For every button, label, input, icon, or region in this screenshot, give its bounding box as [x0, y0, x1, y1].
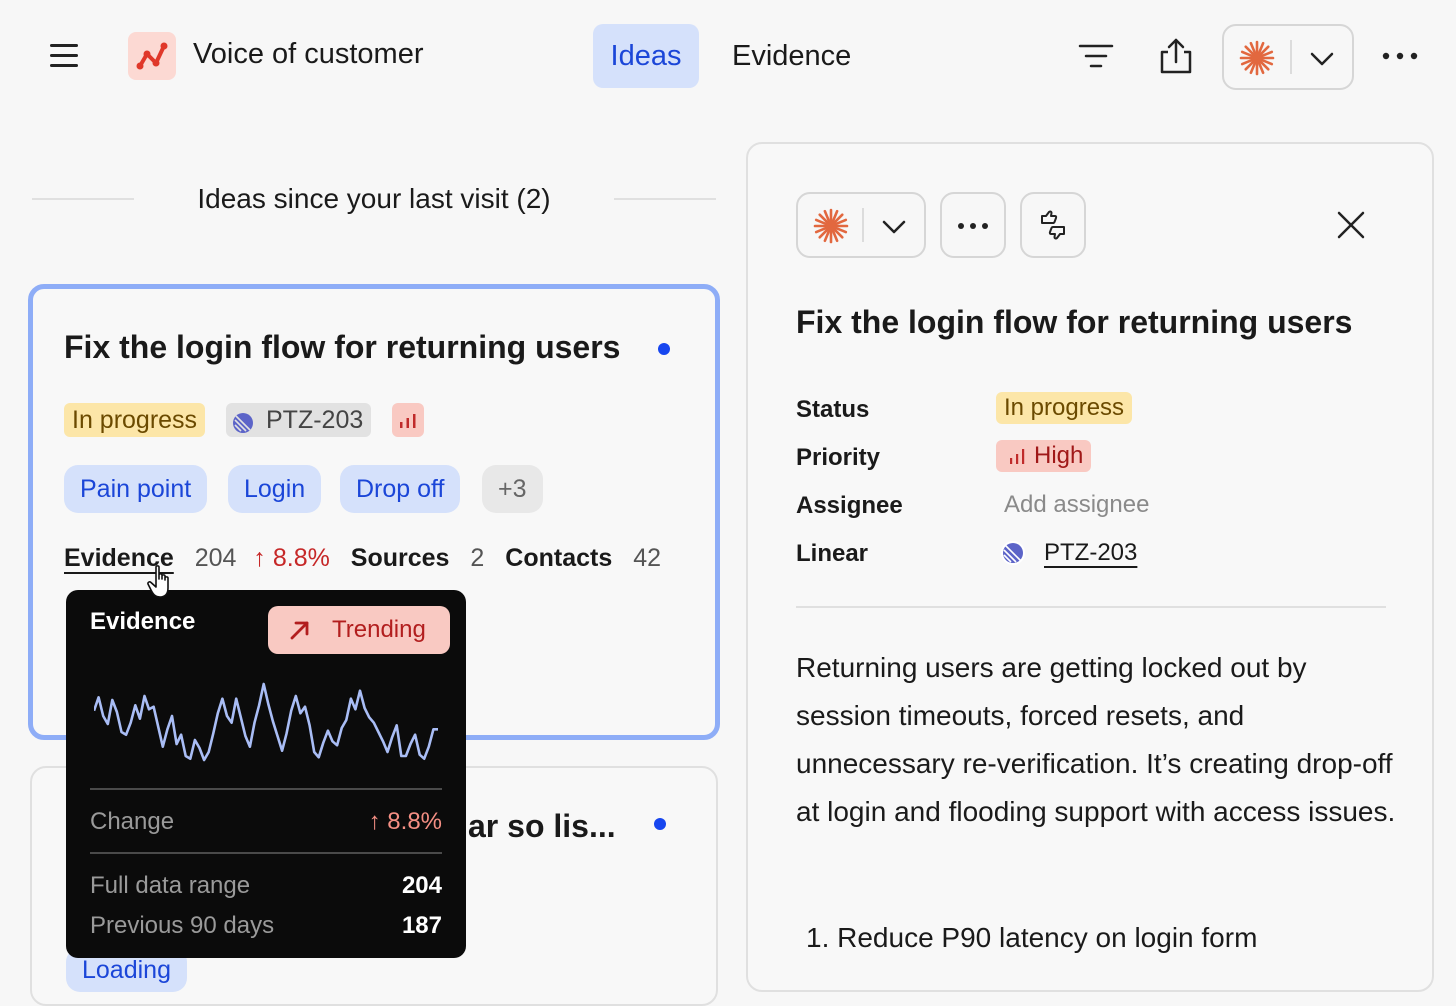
status-badge[interactable]: In progress	[64, 403, 206, 437]
chevron-down-icon[interactable]	[1308, 46, 1336, 70]
full-range-value: 204	[401, 872, 442, 899]
app-title: Voice of customer	[193, 38, 424, 70]
trending-badge-label: Trending	[332, 616, 426, 643]
more-icon[interactable]	[1380, 44, 1420, 68]
list-item-text: Reduce P90 latency on login form	[837, 922, 1258, 953]
hand-pointer-cursor-icon	[146, 564, 178, 600]
priority-high-icon[interactable]	[392, 403, 424, 437]
linear-label: Linear	[796, 540, 869, 567]
full-range-label: Full data range	[90, 872, 251, 899]
tag-drop-off[interactable]: Drop off	[340, 465, 461, 513]
ai-actions-split-button[interactable]	[1222, 24, 1354, 90]
contacts-count: 42	[633, 544, 662, 572]
assignee-label: Assignee	[796, 492, 903, 519]
unread-indicator	[658, 343, 670, 355]
tag-pain-point[interactable]: Pain point	[64, 465, 208, 513]
add-assignee-button[interactable]: Add assignee	[1004, 491, 1149, 519]
evidence-change: ↑ 8.8%	[253, 544, 329, 573]
ai-actions-split-button[interactable]	[796, 192, 926, 258]
unread-indicator	[654, 818, 666, 830]
chevron-down-icon[interactable]	[880, 214, 908, 238]
sparkle-icon[interactable]	[812, 207, 850, 245]
hamburger-menu-icon[interactable]	[44, 36, 84, 76]
evidence-count: 204	[194, 544, 237, 572]
linear-icon	[1000, 540, 1026, 566]
idea-card-title[interactable]: Fix the login flow for returning users	[64, 329, 620, 366]
chart-line-logo-icon	[128, 32, 176, 80]
tab-ideas[interactable]: Ideas	[593, 24, 699, 88]
split-divider	[862, 208, 864, 242]
thumbs-feedback-icon	[1037, 209, 1069, 241]
trending-badge: Trending	[268, 606, 450, 654]
idea-description: Returning users are getting locked out b…	[796, 652, 1396, 827]
previous-90-days-label: Previous 90 days	[90, 912, 275, 939]
tab-evidence[interactable]: Evidence	[716, 24, 867, 88]
priority-value-badge[interactable]: High	[996, 440, 1092, 472]
filter-icon[interactable]	[1076, 40, 1116, 72]
tooltip-divider	[90, 788, 442, 790]
priority-value: High	[1034, 442, 1084, 469]
evidence-change-value: 8.8%	[272, 544, 330, 572]
section-heading-row: Ideas since your last visit (2)	[32, 180, 716, 220]
detail-title: Fix the login flow for returning users	[796, 304, 1353, 340]
evidence-tooltip: Evidence Trending Change ↑ 8.8% Full dat…	[66, 590, 466, 958]
share-icon[interactable]	[1158, 36, 1194, 76]
feedback-button[interactable]	[1020, 192, 1086, 258]
arrow-up-icon: ↑	[368, 808, 381, 835]
linear-issue-badge[interactable]: PTZ-203	[226, 403, 372, 437]
previous-90-days-value: 187	[401, 912, 442, 939]
sparkline-series	[94, 682, 438, 762]
change-value-text: 8.8%	[387, 808, 442, 835]
sources-count: 2	[470, 544, 485, 572]
linear-icon	[232, 409, 254, 433]
arrow-up-icon: ↑	[253, 544, 266, 572]
idea-card-title[interactable]: ar so lis...	[468, 808, 616, 845]
status-value-badge[interactable]: In progress	[996, 392, 1133, 424]
list-number: 1.	[806, 922, 830, 953]
panel-divider	[796, 606, 1386, 608]
status-label: Status	[796, 396, 870, 423]
linear-issue-id: PTZ-203	[266, 406, 364, 434]
sources-label: Sources	[350, 544, 450, 572]
change-label: Change	[90, 808, 175, 835]
top-bar: Voice of customer Ideas Evidence	[0, 0, 1456, 112]
trending-up-arrow-icon	[288, 618, 312, 642]
linear-issue-link[interactable]: PTZ-203	[1044, 539, 1137, 567]
tooltip-title: Evidence	[90, 608, 196, 635]
priority-label: Priority	[796, 444, 881, 471]
close-icon[interactable]	[1336, 210, 1366, 240]
sparkle-icon[interactable]	[1238, 39, 1276, 77]
tag-login[interactable]: Login	[228, 465, 322, 513]
tooltip-divider	[90, 852, 442, 854]
evidence-sparkline	[94, 682, 438, 762]
more-options-button[interactable]	[940, 192, 1006, 258]
split-divider	[1290, 40, 1292, 74]
priority-high-icon	[1006, 444, 1030, 468]
contacts-label: Contacts	[505, 544, 613, 572]
idea-detail-panel: Fix the login flow for returning users S…	[746, 142, 1434, 992]
more-icon	[955, 214, 991, 238]
change-value: ↑ 8.8%	[369, 808, 442, 836]
list-item: 1. Reduce P90 latency on login form	[806, 922, 1257, 954]
heading-divider-right	[614, 198, 716, 200]
more-tags-button[interactable]: +3	[482, 465, 543, 513]
